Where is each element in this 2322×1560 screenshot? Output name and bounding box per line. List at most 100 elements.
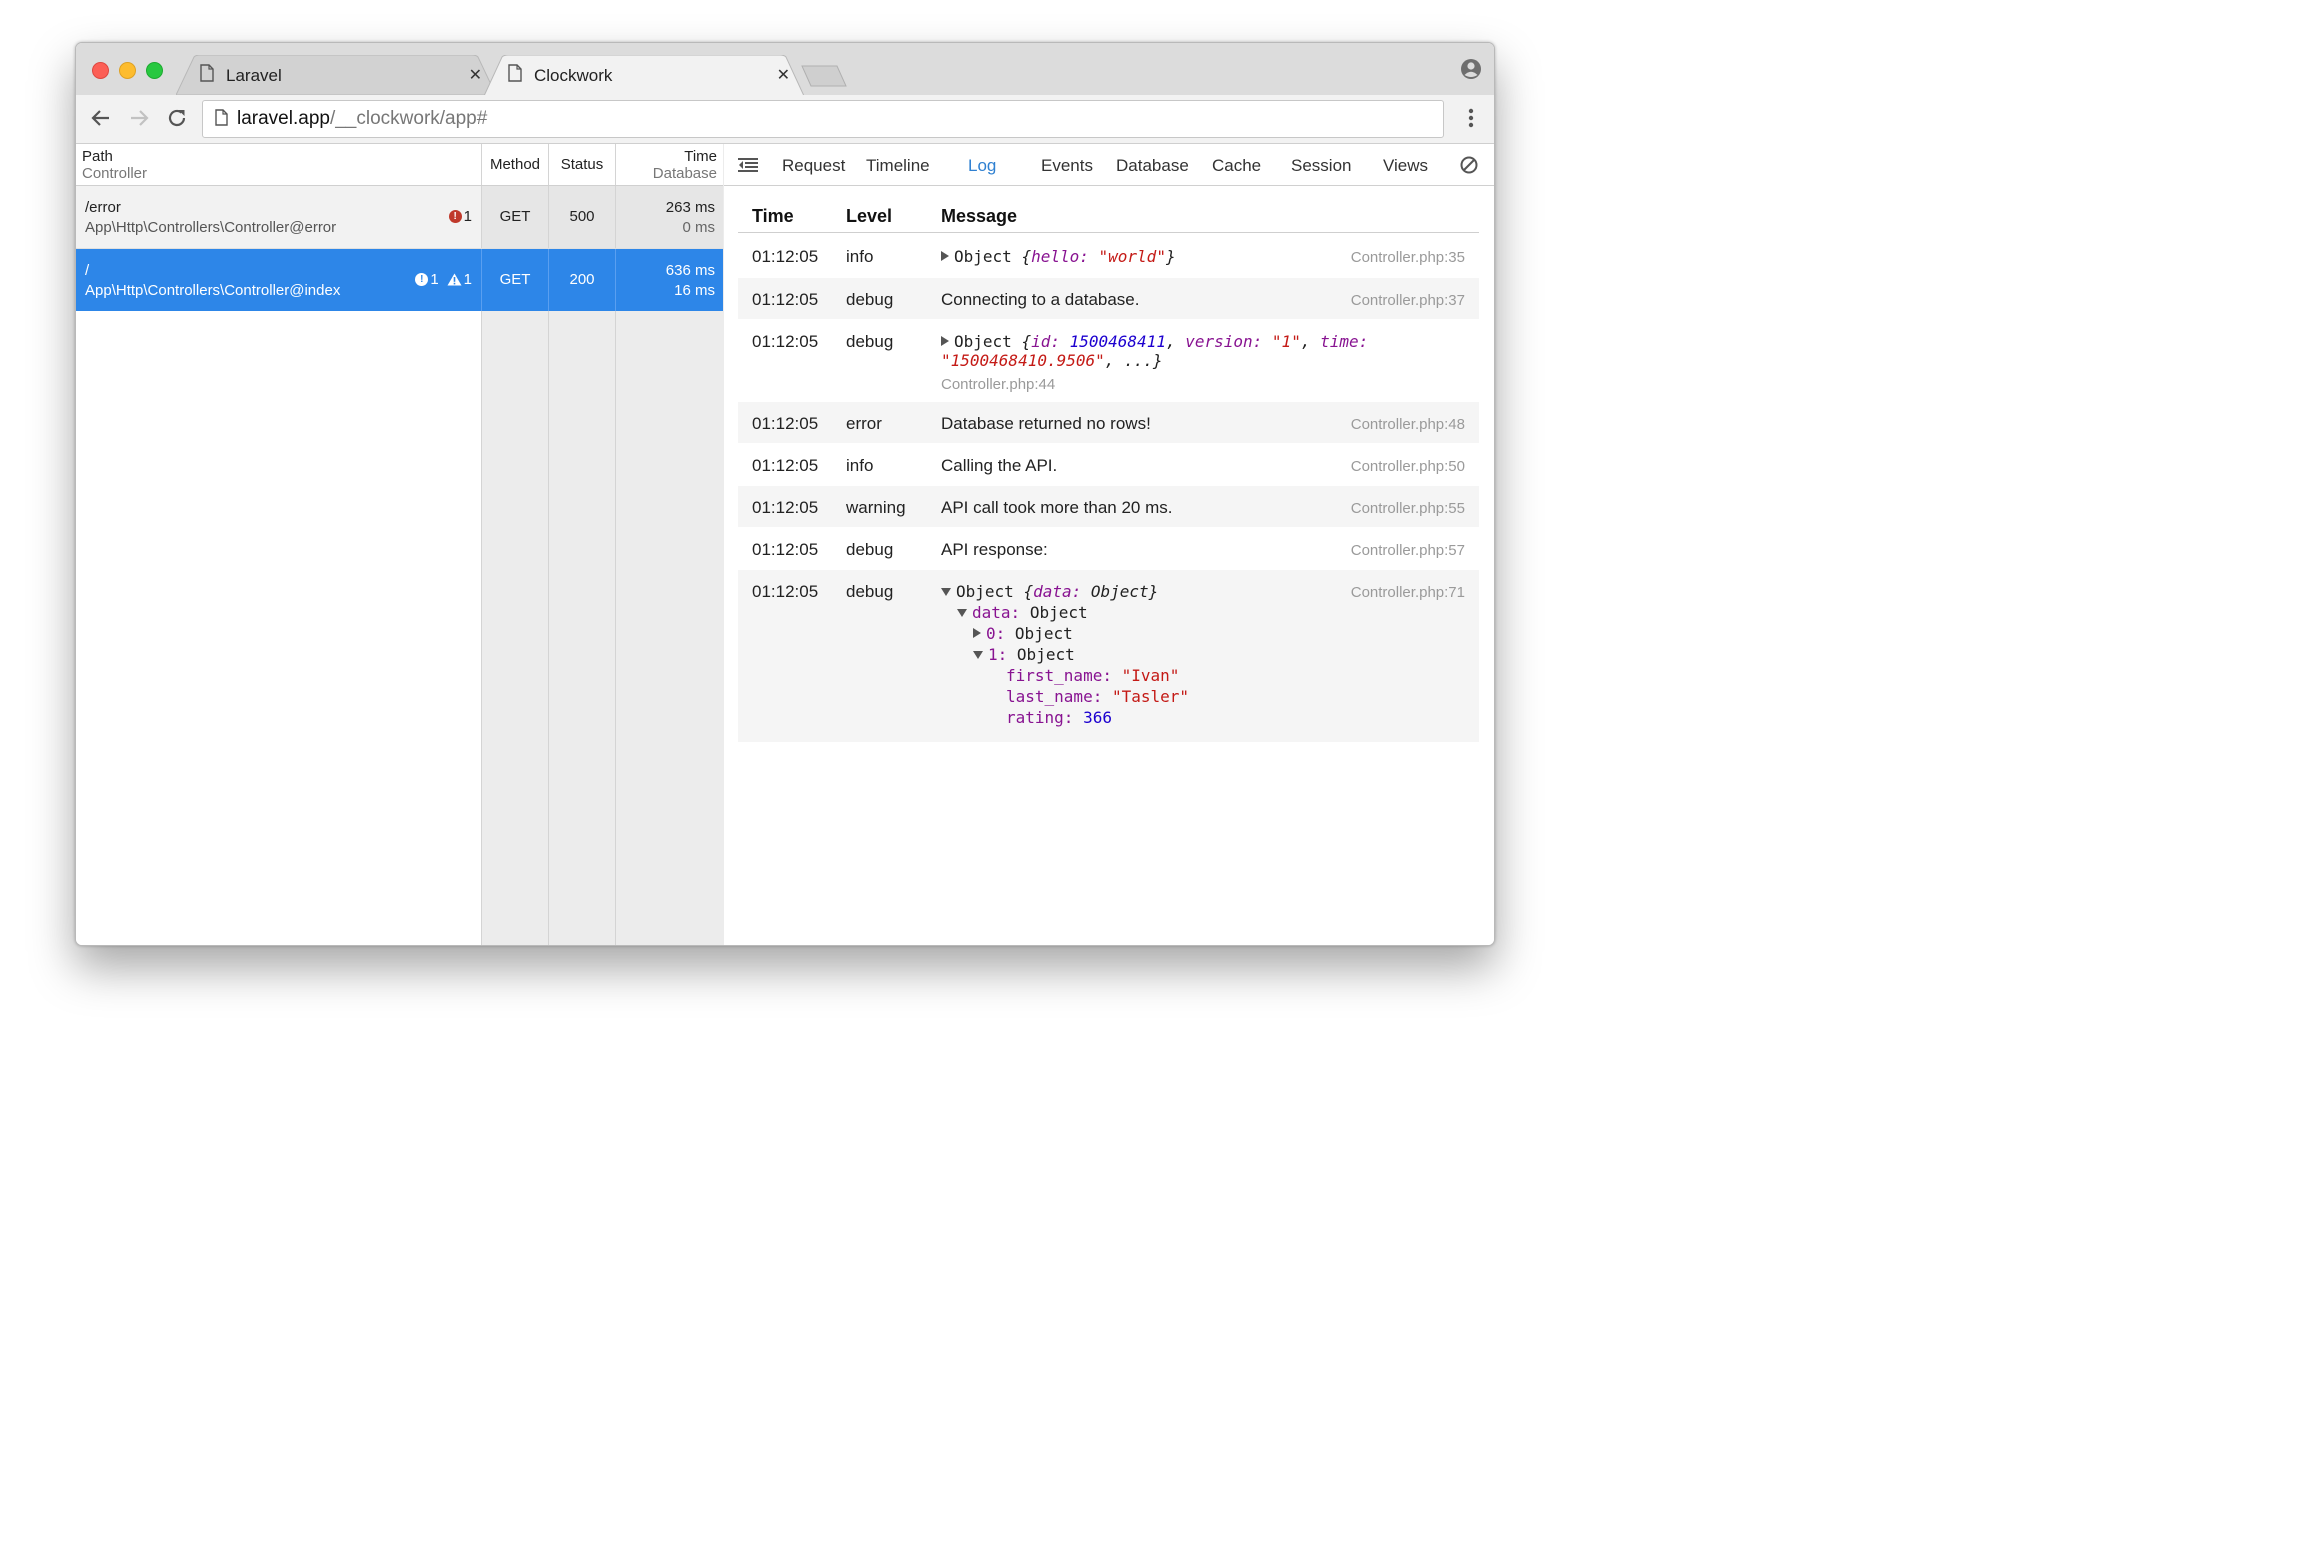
log-level: debug <box>846 540 894 559</box>
request-controller: App\Http\Controllers\Controller@index <box>85 282 341 299</box>
log-file[interactable]: Controller.php:55 <box>1351 500 1465 517</box>
tab-title: Clockwork <box>534 66 613 85</box>
log-file[interactable]: Controller.php:35 <box>1351 249 1465 266</box>
request-row[interactable]: /error App\Http\Controllers\Controller@e… <box>76 186 723 249</box>
requests-header: Path Controller Method Status Time Datab… <box>76 144 723 186</box>
menu-icon[interactable] <box>1468 108 1474 128</box>
tab-session[interactable]: Session <box>1291 156 1351 176</box>
clear-icon[interactable] <box>1460 156 1478 174</box>
log-entry: 01:12:05 debug Controller.php:71 Object … <box>738 570 1479 742</box>
new-tab-button[interactable] <box>801 65 847 87</box>
browser-tab-clockwork[interactable]: Clockwork ✕ <box>484 55 804 96</box>
tree-node-data[interactable]: data: Object <box>957 603 1088 622</box>
warning-icon <box>447 273 462 286</box>
expand-arrow-icon[interactable] <box>941 251 949 261</box>
log-file[interactable]: Controller.php:57 <box>1351 542 1465 559</box>
close-tab-icon[interactable]: ✕ <box>777 65 790 85</box>
url-text: laravel.app/__clockwork/app# <box>237 108 487 130</box>
tab-strip: Laravel ✕ Clockwork ✕ <box>76 43 1494 96</box>
header-time[interactable]: Time Database <box>615 144 723 185</box>
tree-value: 366 <box>1083 708 1112 727</box>
request-badges: ! 1 <box>448 208 472 225</box>
log-time: 01:12:05 <box>752 290 819 309</box>
forward-icon[interactable] <box>128 107 150 129</box>
minimize-window-button[interactable] <box>119 62 136 79</box>
request-path: /error <box>85 199 121 216</box>
collapse-arrow-icon[interactable] <box>973 651 983 659</box>
tree-key: rating <box>1006 708 1064 727</box>
tree-key: last_name <box>1006 687 1093 706</box>
log-table-header: Time Level Message <box>738 204 1479 233</box>
tab-shape <box>484 55 804 96</box>
reload-icon[interactable] <box>166 107 188 129</box>
request-status: 500 <box>569 208 595 225</box>
address-bar[interactable]: laravel.app/__clockwork/app# <box>202 100 1444 138</box>
request-row-selected[interactable]: / App\Http\Controllers\Controller@index … <box>76 249 723 311</box>
tab-views[interactable]: Views <box>1383 156 1428 176</box>
tree-key: 1 <box>988 645 998 664</box>
log-message[interactable]: Object {id: 1500468411, version: "1", ti… <box>941 332 1368 370</box>
tree-node-0[interactable]: 0: Object <box>973 624 1073 643</box>
log-level: info <box>846 456 874 475</box>
collapse-arrow-icon[interactable] <box>941 588 951 596</box>
page-icon <box>215 109 228 126</box>
object-tree: Object {data: Object} data: Object 0: Ob… <box>941 582 1341 732</box>
request-method-cell: GET <box>481 249 548 311</box>
back-icon[interactable] <box>90 107 112 129</box>
close-window-button[interactable] <box>92 62 109 79</box>
tab-events[interactable]: Events <box>1041 156 1093 176</box>
request-path-cell: / App\Http\Controllers\Controller@index … <box>76 249 480 311</box>
zoom-window-button[interactable] <box>146 62 163 79</box>
header-path-label: Path <box>82 148 113 165</box>
url-host: laravel.app <box>237 108 330 129</box>
tab-cache[interactable]: Cache <box>1212 156 1261 176</box>
tree-root[interactable]: Object {data: Object} <box>941 582 1158 601</box>
browser-window: Laravel ✕ Clockwork ✕ laravel.app/__cloc… <box>75 42 1495 946</box>
url-path: /__clockwork/app# <box>329 108 488 129</box>
log-level: error <box>846 414 882 433</box>
browser-tab-laravel[interactable]: Laravel ✕ <box>176 55 496 95</box>
log-file[interactable]: Controller.php:37 <box>1351 292 1465 309</box>
tab-shape <box>176 55 496 95</box>
tree-key: first_name <box>1006 666 1103 685</box>
error-icon: ! <box>415 273 429 286</box>
log-file[interactable]: Controller.php:44 <box>941 376 1055 393</box>
header-method[interactable]: Method <box>481 144 548 185</box>
tab-database[interactable]: Database <box>1116 156 1189 176</box>
request-database-time: 16 ms <box>674 282 715 299</box>
expand-arrow-icon[interactable] <box>973 628 981 638</box>
request-method: GET <box>499 208 531 225</box>
expand-arrow-icon[interactable] <box>941 336 949 346</box>
detail-tabs: Request Timeline Log Events Database Cac… <box>724 144 1494 186</box>
request-path-cell: /error App\Http\Controllers\Controller@e… <box>76 186 480 248</box>
header-path[interactable]: Path Controller <box>76 144 480 185</box>
tree-leaf-last-name: last_name: "Tasler" <box>1006 687 1190 706</box>
log-message: API response: <box>941 540 1048 559</box>
log-time: 01:12:05 <box>752 582 819 601</box>
profile-icon[interactable] <box>1460 58 1482 80</box>
log-entry: 01:12:05 info Calling the API. Controlle… <box>738 444 1479 485</box>
tab-title: Laravel <box>226 66 282 85</box>
error-count: 1 <box>463 208 472 225</box>
collapse-arrow-icon[interactable] <box>957 609 967 617</box>
tab-log[interactable]: Log <box>968 156 996 176</box>
log-file[interactable]: Controller.php:50 <box>1351 458 1465 475</box>
log-file[interactable]: Controller.php:71 <box>1351 584 1465 601</box>
log-level: debug <box>846 582 894 601</box>
header-status[interactable]: Status <box>548 144 615 185</box>
tree-node-1[interactable]: 1: Object <box>973 645 1075 664</box>
sidebar-toggle-icon[interactable] <box>738 157 758 173</box>
request-time: 263 ms <box>665 199 715 216</box>
requests-panel: Path Controller Method Status Time Datab… <box>76 144 725 945</box>
tab-request[interactable]: Request <box>782 156 845 176</box>
close-tab-icon[interactable]: ✕ <box>469 65 482 85</box>
log-file[interactable]: Controller.php:48 <box>1351 416 1465 433</box>
error-icon: ! <box>448 210 462 223</box>
request-controller: App\Http\Controllers\Controller@error <box>85 219 337 236</box>
tab-timeline[interactable]: Timeline <box>866 156 930 176</box>
request-status: 200 <box>569 271 595 288</box>
browser-toolbar: laravel.app/__clockwork/app# <box>76 95 1494 144</box>
log-message[interactable]: Object {hello: "world"} <box>941 247 1176 266</box>
log-header-time: Time <box>752 206 794 226</box>
request-database-time: 0 ms <box>682 219 715 236</box>
